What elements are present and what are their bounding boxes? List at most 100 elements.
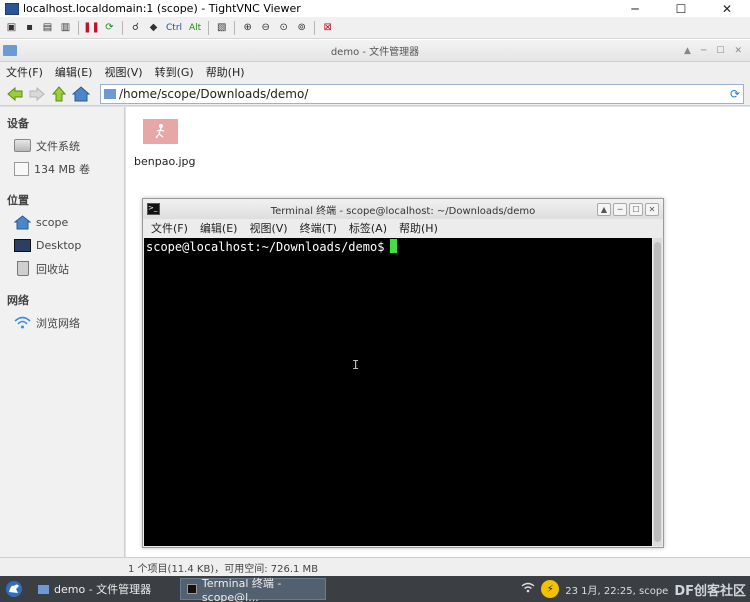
sidebar-item-browse-network[interactable]: 浏览网络 [0, 311, 124, 334]
terminal-prompt-line: scope@localhost:~/Downloads/demo$ [146, 239, 398, 254]
vnc-window-controls: ─ ☐ ✕ [612, 0, 750, 17]
refresh-icon[interactable]: ⟳ [730, 87, 740, 101]
ctrl-key-button[interactable]: Ctrl [164, 20, 184, 35]
terminal-menu-help[interactable]: 帮助(H) [399, 220, 438, 236]
toolbar-separator [234, 20, 236, 35]
terminal-titlebar: >_ Terminal 终端 - scope@localhost: ~/Down… [143, 199, 663, 219]
minimize-icon[interactable]: ─ [612, 0, 658, 17]
terminal-menubar: 文件(F) 编辑(E) 视图(V) 终端(T) 标签(A) 帮助(H) [143, 219, 663, 237]
terminal-menu-file[interactable]: 文件(F) [151, 220, 188, 236]
terminal-scrollbar[interactable] [653, 238, 662, 546]
home-folder-icon [13, 215, 32, 230]
system-tray: ⚡ 23 1月, 22:25, scope DF创客社区 [521, 580, 750, 599]
sidebar-header-places: 位置 [7, 194, 29, 207]
pause-icon[interactable]: ❚❚ [83, 20, 100, 35]
sidebar-item-volume[interactable]: 134 MB 卷 [0, 157, 124, 180]
taskbar-item-file-manager[interactable]: demo - 文件管理器 [32, 578, 172, 600]
fm-menubar: 文件(F) 编辑(E) 视图(V) 转到(G) 帮助(H) [0, 62, 750, 82]
fm-menu-edit[interactable]: 编辑(E) [55, 64, 93, 80]
toolbar-separator [314, 20, 316, 35]
forward-icon[interactable] [28, 85, 46, 103]
zoom-100-icon[interactable]: ⊙ [276, 20, 291, 35]
sidebar-header-devices: 设备 [7, 117, 29, 130]
sidebar-item-label: 浏览网络 [36, 316, 80, 330]
refresh-icon[interactable]: ⟳ [102, 20, 117, 35]
path-folder-icon [104, 88, 116, 99]
folder-icon [38, 584, 49, 594]
terminal-prompt: scope@localhost:~/Downloads/demo$ [146, 240, 385, 254]
fm-menu-help[interactable]: 帮助(H) [206, 64, 245, 80]
zoom-out-icon[interactable]: ⊖ [258, 20, 273, 35]
fm-status-bar: 1 个项目(11.4 KB)，可用空间: 726.1 MB [0, 557, 750, 576]
vnc-titlebar: localhost.localdomain:1 (scope) - TightV… [0, 0, 750, 17]
clipboard-icon[interactable]: ▧ [214, 20, 229, 35]
options-icon[interactable]: ▤ [40, 20, 55, 35]
path-text: /home/scope/Downloads/demo/ [119, 86, 309, 101]
terminal-cursor [390, 239, 398, 253]
zoom-in-icon[interactable]: ⊕ [240, 20, 255, 35]
taskbar-item-terminal[interactable]: Terminal 终端 - scope@l... [180, 576, 326, 602]
ctrl-alt-del-icon[interactable]: ☌ [128, 20, 143, 35]
network-icon [14, 316, 31, 329]
terminal-icon [187, 584, 197, 594]
terminal-menu-view[interactable]: 视图(V) [249, 220, 287, 236]
fm-menu-go[interactable]: 转到(G) [155, 64, 194, 80]
close-icon[interactable]: ✕ [704, 0, 750, 17]
terminal-scrollbar-thumb[interactable] [654, 242, 661, 542]
power-icon[interactable]: ⚡ [541, 580, 560, 598]
watermark-logo: DF创客社区 [674, 583, 746, 599]
sidebar-item-trash[interactable]: 回收站 [0, 257, 124, 280]
zoom-fit-icon[interactable]: ⊚ [294, 20, 309, 35]
sidebar-item-desktop[interactable]: Desktop [0, 234, 124, 257]
new-connection-icon[interactable]: ▣ [4, 20, 19, 35]
text-cursor-icon: I [352, 358, 360, 372]
terminal-title: Terminal 终端 - scope@localhost: ~/Downloa… [270, 205, 536, 217]
vnc-app-icon [5, 2, 19, 15]
volume-icon [14, 161, 29, 176]
taskbar-item-label: Terminal 终端 - scope@l... [201, 576, 282, 602]
terminal-window[interactable]: >_ Terminal 终端 - scope@localhost: ~/Down… [142, 198, 664, 548]
vnc-toolbar: ▣ ▪ ▤ ▥ ❚❚ ⟳ ☌ ◆ Ctrl Alt ▧ ⊕ ⊖ ⊙ ⊚ ⊠ [0, 17, 750, 39]
fm-menu-view[interactable]: 视图(V) [104, 64, 142, 80]
home-icon[interactable] [72, 85, 90, 103]
sidebar-item-label: 134 MB 卷 [34, 162, 91, 176]
taskbar: demo - 文件管理器 Terminal 终端 - scope@l... ⚡ … [0, 576, 750, 602]
toolbar-separator [122, 20, 123, 35]
save-icon[interactable]: ▪ [22, 20, 37, 35]
back-icon[interactable] [6, 85, 24, 103]
up-icon[interactable] [50, 85, 68, 103]
sidebar-item-scope[interactable]: scope [0, 211, 124, 234]
image-file-thumbnail[interactable] [143, 119, 178, 144]
sidebar-item-label: 文件系统 [36, 139, 80, 153]
fm-titlebar: demo - 文件管理器 ▲ ─ ☐ ✕ [0, 40, 750, 62]
trash-icon [17, 261, 29, 276]
wifi-icon[interactable] [521, 582, 535, 596]
maximize-icon[interactable]: ☐ [658, 0, 704, 17]
sidebar-item-label: scope [36, 216, 69, 229]
fullscreen-icon[interactable]: ⊠ [320, 20, 335, 35]
terminal-menu-terminal[interactable]: 终端(T) [300, 220, 337, 236]
toolbar-separator [208, 20, 210, 35]
sidebar-item-filesystem[interactable]: 文件系统 [0, 134, 124, 157]
remote-desktop: demo - 文件管理器 ▲ ─ ☐ ✕ 文件(F) 编辑(E) 视图(V) 转… [0, 40, 750, 602]
desktop-icon [14, 239, 31, 252]
hard-drive-icon [14, 139, 31, 152]
toolbar-separator [78, 20, 79, 35]
alt-key-button[interactable]: Alt [187, 20, 203, 35]
start-menu-icon[interactable] [2, 578, 26, 600]
win-key-icon[interactable]: ◆ [146, 20, 161, 35]
sidebar-item-label: Desktop [36, 239, 82, 252]
fm-sidebar: 设备 文件系统 134 MB 卷 位置 scope Desktop 回收站 网络 [0, 107, 125, 557]
info-icon[interactable]: ▥ [58, 20, 73, 35]
fm-toolbar: /home/scope/Downloads/demo/ ⟳ [0, 82, 750, 106]
path-input[interactable]: /home/scope/Downloads/demo/ ⟳ [100, 83, 744, 104]
clock[interactable]: 23 1月, 22:25, scope [565, 582, 668, 597]
sidebar-item-label: 回收站 [36, 262, 69, 276]
vnc-window-title: localhost.localdomain:1 (scope) - TightV… [23, 2, 301, 15]
file-name-label[interactable]: benpao.jpg [134, 155, 196, 168]
terminal-menu-tabs[interactable]: 标签(A) [349, 220, 387, 236]
terminal-screen[interactable]: scope@localhost:~/Downloads/demo$ I [144, 238, 652, 546]
sidebar-header-network: 网络 [7, 294, 29, 307]
fm-menu-file[interactable]: 文件(F) [6, 64, 43, 80]
terminal-menu-edit[interactable]: 编辑(E) [200, 220, 238, 236]
